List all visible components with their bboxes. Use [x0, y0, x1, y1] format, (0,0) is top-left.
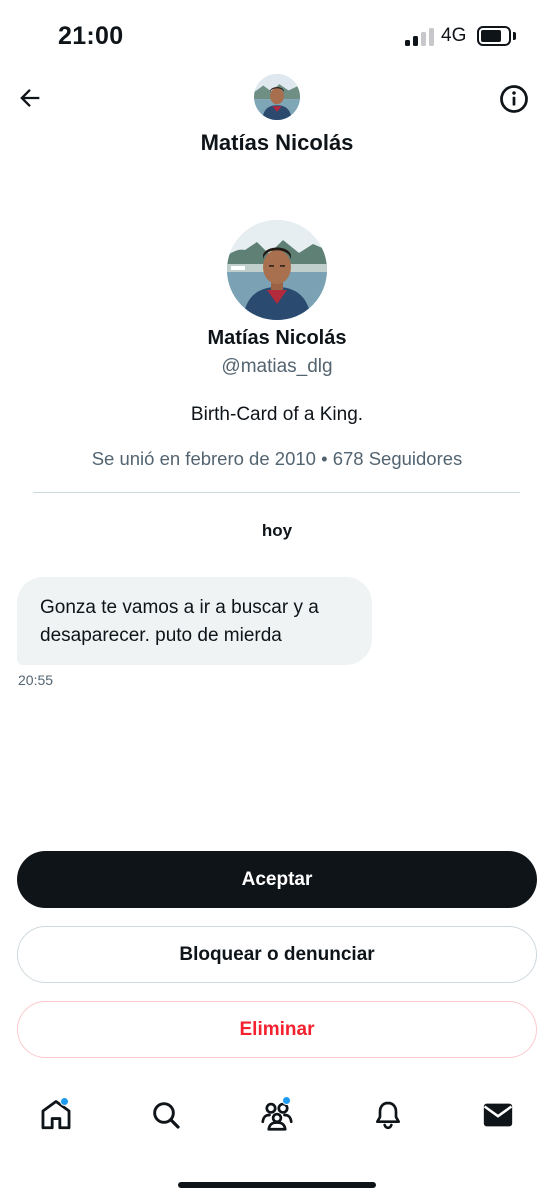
nav-notifications[interactable]	[368, 1095, 408, 1135]
accept-button[interactable]: Aceptar	[17, 851, 537, 908]
profile-avatar[interactable]	[227, 220, 327, 320]
status-time: 21:00	[58, 22, 124, 50]
profile-handle: @matias_dlg	[221, 356, 333, 377]
search-icon	[153, 1102, 180, 1129]
block-report-button[interactable]: Bloquear o denunciar	[17, 926, 537, 983]
accept-button-label: Aceptar	[241, 868, 313, 890]
signal-strength-icon	[405, 28, 435, 46]
info-button[interactable]	[497, 82, 531, 116]
notification-dot	[282, 1096, 291, 1105]
profile-name: Matías Nicolás	[207, 327, 347, 349]
header-title: Matías Nicolás	[200, 130, 354, 155]
nav-search[interactable]	[146, 1095, 186, 1135]
arrow-left-icon	[20, 89, 40, 107]
status-bar: 21:00 4G	[0, 0, 554, 74]
network-type: 4G	[441, 25, 467, 46]
notification-dot	[60, 1097, 69, 1106]
message-timestamp: 20:55	[18, 672, 54, 688]
delete-button[interactable]: Eliminar	[17, 1001, 537, 1058]
battery-tip	[513, 32, 516, 40]
bell-icon	[376, 1101, 400, 1130]
nav-communities[interactable]	[257, 1095, 297, 1135]
battery-icon	[477, 26, 511, 46]
avatar-image	[254, 74, 300, 120]
header-avatar[interactable]	[254, 74, 300, 120]
profile-meta: Se unió en febrero de 2010 • 678 Seguido…	[91, 448, 463, 469]
date-label: hoy	[261, 521, 293, 540]
message-text: Gonza te vamos a ir a buscar y a desapar…	[40, 597, 319, 646]
bottom-nav	[0, 1085, 554, 1147]
block-report-button-label: Bloquear o denunciar	[179, 943, 375, 965]
mail-icon	[483, 1103, 513, 1127]
divider	[33, 492, 520, 493]
back-button[interactable]	[14, 82, 46, 114]
home-indicator	[178, 1182, 376, 1188]
avatar-image	[227, 220, 327, 320]
profile-bio: Birth-Card of a King.	[190, 404, 364, 425]
info-circle-icon	[500, 85, 528, 113]
message-bubble[interactable]: Gonza te vamos a ir a buscar y a desapar…	[17, 577, 372, 665]
delete-button-label: Eliminar	[239, 1018, 315, 1040]
nav-messages[interactable]	[478, 1095, 518, 1135]
nav-home[interactable]	[36, 1095, 76, 1135]
